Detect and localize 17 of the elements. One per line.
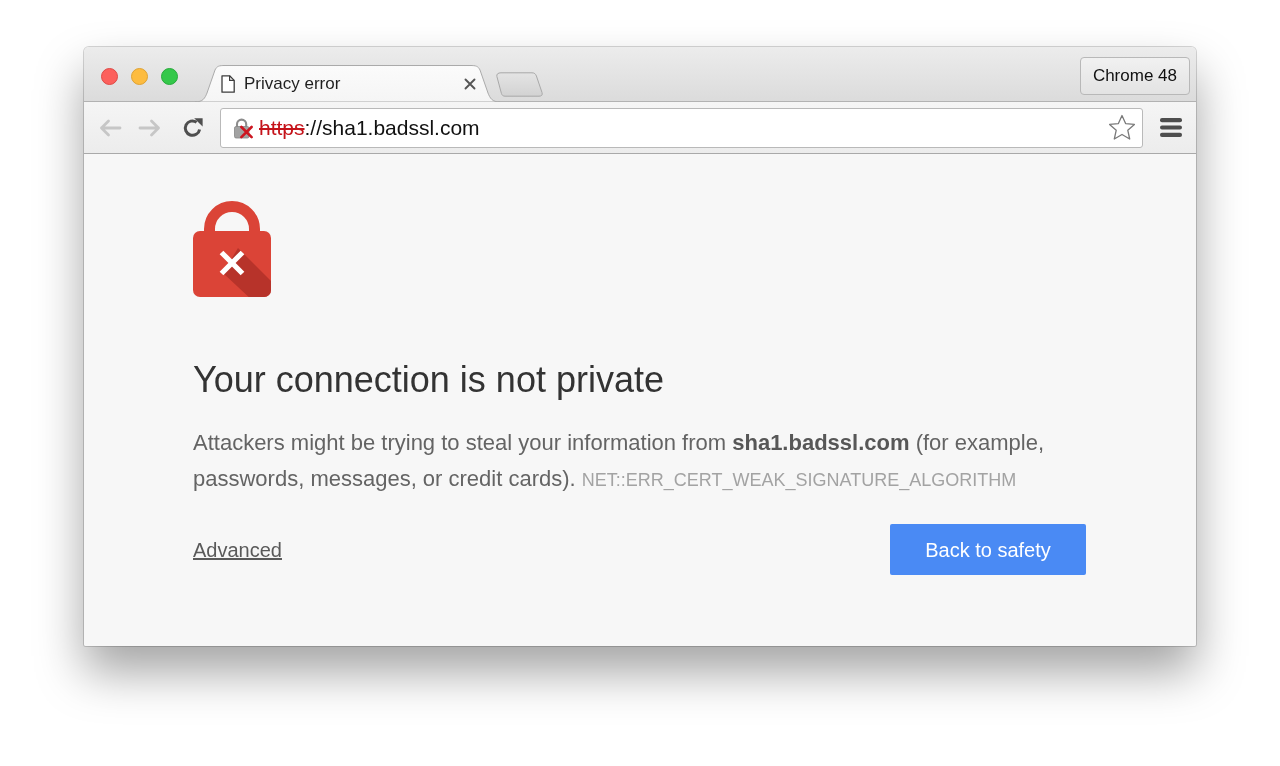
menu-icon: [1160, 118, 1182, 137]
window-minimize-icon[interactable]: [131, 68, 148, 85]
close-icon[interactable]: [464, 77, 476, 90]
arrow-right-icon: [138, 117, 162, 138]
warning-message: Attackers might be trying to steal your information from sha1.badssl.com (for example, passwords, messages, or credit cards). NET::ERR_CERT_WEAK_SIGNATURE_ALGORITHM: [193, 429, 1046, 494]
window-close-icon[interactable]: [101, 68, 118, 85]
star-icon[interactable]: [1108, 114, 1136, 141]
reload-icon: [182, 116, 204, 139]
advanced-link[interactable]: Advanced: [193, 534, 282, 565]
lock-cross-icon: [193, 201, 271, 297]
address-field[interactable]: https://sha1.badssl.com: [220, 107, 1143, 148]
document-icon: [221, 74, 235, 93]
page-heading: Your connection is not private: [193, 358, 665, 402]
arrow-left-icon: [98, 117, 122, 138]
profile-button[interactable]: Chrome 48: [1079, 57, 1190, 95]
browser-tab[interactable]: Privacy error: [195, 65, 500, 102]
window-zoom-icon[interactable]: [161, 68, 178, 85]
